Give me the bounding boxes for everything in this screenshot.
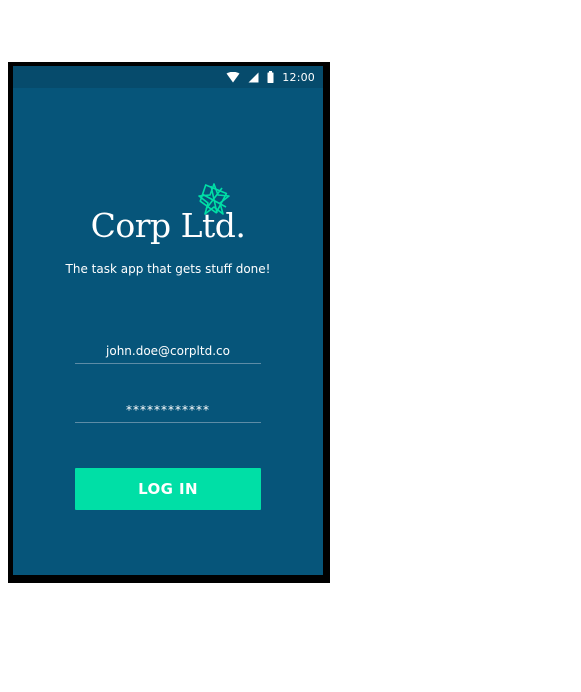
logo-text: Corp Ltd.: [90, 206, 246, 245]
app-tagline: The task app that gets stuff done!: [65, 262, 271, 276]
app-logo: Corp Ltd.: [13, 178, 323, 246]
email-field[interactable]: [75, 338, 261, 364]
battery-icon: [267, 71, 274, 83]
status-time: 12:00: [282, 70, 315, 84]
password-field[interactable]: [75, 397, 261, 423]
wifi-icon: [226, 71, 240, 82]
status-bar: 12:00: [13, 66, 323, 88]
app-screen: 12:00 Corp Ltd. The task app that gets s…: [13, 66, 323, 575]
signal-icon: [248, 72, 259, 82]
phone-frame: 12:00 Corp Ltd. The task app that gets s…: [8, 62, 330, 583]
login-button[interactable]: LOG IN: [75, 468, 261, 510]
status-icons: 12:00: [226, 66, 315, 88]
